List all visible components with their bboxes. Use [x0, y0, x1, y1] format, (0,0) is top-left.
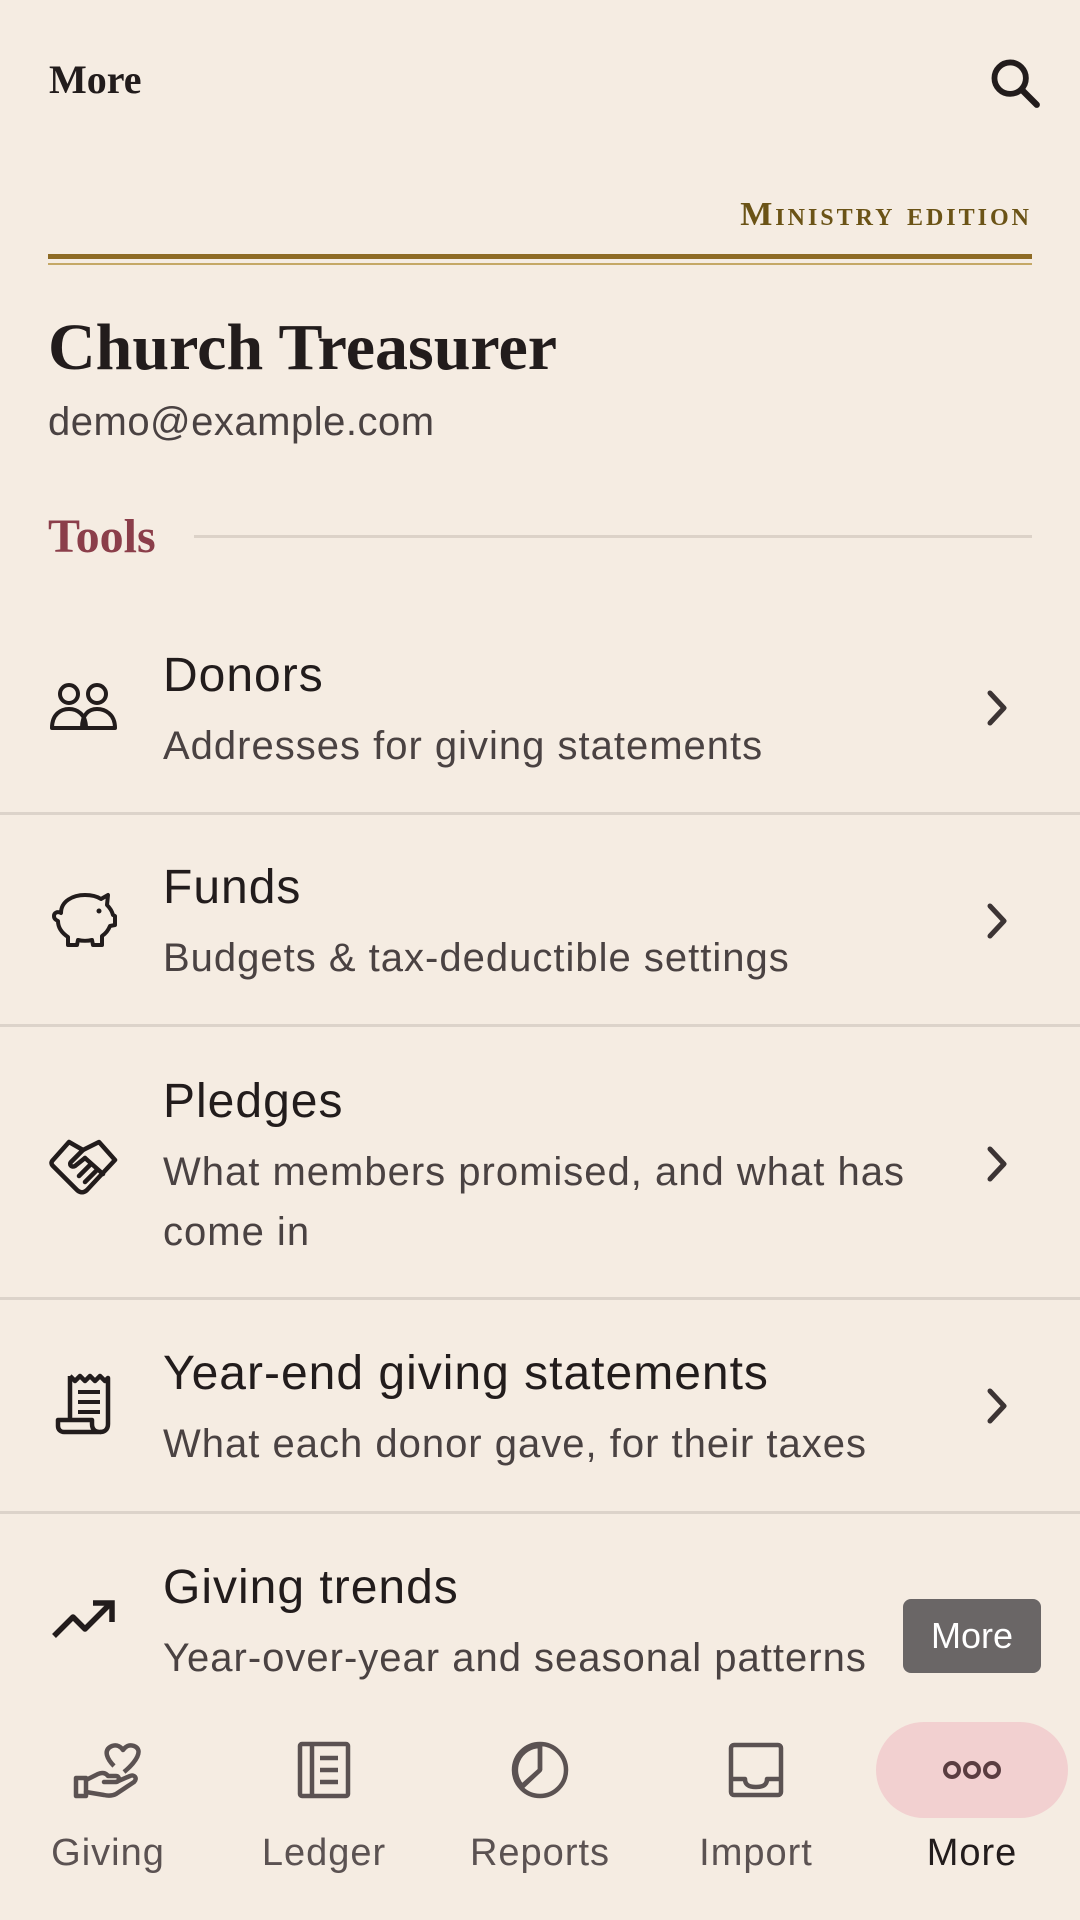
handshake-icon — [48, 1129, 120, 1201]
list-item-title: Donors — [163, 649, 324, 702]
nav-label: Ledger — [261, 1832, 387, 1874]
list-item-subtitle: What members promised, and what has come… — [163, 1150, 905, 1254]
list-item-subtitle: Budgets & tax-deductible settings — [163, 936, 790, 980]
heart-hand-icon — [73, 1743, 141, 1799]
nav-item-giving[interactable]: Giving — [0, 1722, 216, 1902]
header-rule-thin — [48, 263, 1032, 265]
list-item-title: Funds — [163, 861, 302, 914]
bottom-navigation: Giving Ledger Reports Import More — [0, 1700, 1080, 1920]
search-icon — [991, 59, 1040, 108]
section-divider — [193, 534, 1032, 538]
more-dots-icon — [943, 1761, 1001, 1779]
list-item-subtitle: Addresses for giving statements — [163, 724, 764, 768]
nav-label: Import — [699, 1832, 813, 1874]
chevron-right-icon — [975, 1384, 1019, 1428]
nav-icon-container — [444, 1722, 636, 1818]
section-title: Tools — [48, 509, 156, 563]
list-item-title: Giving trends — [163, 1561, 459, 1614]
nav-icon-container — [228, 1722, 420, 1818]
app: More Ministry edition Church Treasurer d… — [0, 0, 1080, 1920]
screen-title: More — [49, 57, 142, 102]
chevron-right-icon — [975, 686, 1019, 730]
inbox-icon — [728, 1742, 784, 1798]
list-item-donors[interactable]: Donors Addresses for giving statements — [0, 600, 1080, 815]
list-item-pledges[interactable]: Pledges What members promised, and what … — [0, 1027, 1080, 1300]
nav-icon-container — [12, 1722, 204, 1818]
ledger-icon — [297, 1741, 351, 1799]
nav-tooltip: More — [903, 1599, 1041, 1673]
nav-item-import[interactable]: Import — [648, 1722, 864, 1902]
nav-item-more[interactable]: More — [864, 1722, 1080, 1902]
section-header-tools: Tools — [48, 508, 1032, 564]
people-icon — [48, 670, 120, 742]
top-app-bar: More — [0, 0, 1080, 170]
nav-label: Reports — [469, 1832, 611, 1874]
nav-label: More — [926, 1832, 1018, 1874]
list-item-subtitle: What each donor gave, for their taxes — [163, 1422, 868, 1466]
list-item-year-end-statements[interactable]: Year-end giving statements What each don… — [0, 1300, 1080, 1514]
trending-up-icon — [48, 1584, 120, 1656]
header-rule — [48, 254, 1032, 259]
chevron-right-icon — [975, 1142, 1019, 1186]
pie-chart-icon — [511, 1741, 569, 1799]
edition-label: Ministry edition — [740, 196, 1032, 233]
nav-item-ledger[interactable]: Ledger — [216, 1722, 432, 1902]
list-item-title: Year-end giving statements — [163, 1347, 769, 1400]
account-email: demo@example.com — [48, 400, 435, 444]
organization-name: Church Treasurer — [48, 311, 558, 384]
receipt-icon — [48, 1368, 120, 1440]
list-item-title: Pledges — [163, 1075, 344, 1128]
piggy-bank-icon — [48, 883, 120, 955]
list-item-subtitle: Year-over-year and seasonal patterns — [163, 1636, 867, 1680]
nav-icon-container — [876, 1722, 1068, 1818]
search-button[interactable] — [980, 48, 1050, 118]
chevron-right-icon — [975, 899, 1019, 943]
list-item-funds[interactable]: Funds Budgets & tax-deductible settings — [0, 815, 1080, 1027]
nav-item-reports[interactable]: Reports — [432, 1722, 648, 1902]
nav-icon-container — [660, 1722, 852, 1818]
nav-label: Giving — [51, 1832, 165, 1874]
